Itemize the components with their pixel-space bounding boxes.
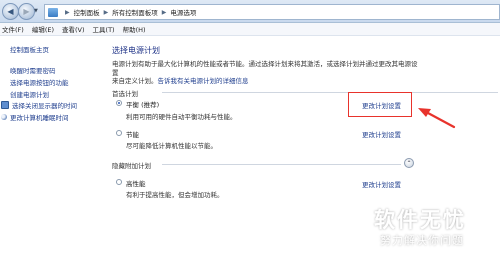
- watermark: 软件无忧 努力解决你问题: [374, 204, 500, 256]
- watermark-title: 软件无忧: [374, 208, 466, 232]
- watermark-subtitle: 努力解决你问题: [380, 234, 464, 247]
